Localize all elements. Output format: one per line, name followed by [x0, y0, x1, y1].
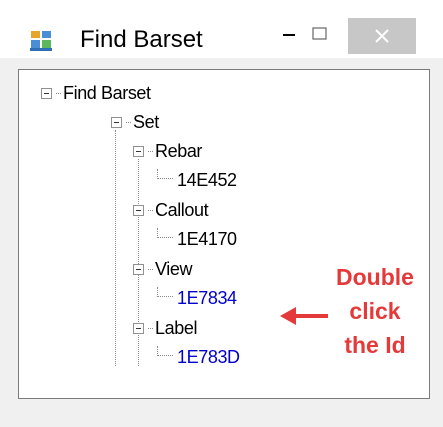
minimize-icon: [283, 34, 295, 36]
maximize-icon: [312, 27, 327, 40]
tree-node-label-id[interactable]: 1E783D: [157, 344, 240, 370]
tree-node-label[interactable]: Label: [133, 315, 197, 341]
collapse-toggle-icon[interactable]: [111, 116, 122, 128]
tree-connector: [126, 121, 131, 123]
collapse-toggle-icon[interactable]: [133, 145, 144, 157]
tree-node-label[interactable]: Set: [133, 112, 159, 133]
tree-node-callout[interactable]: Callout: [133, 197, 209, 223]
tree-node-label[interactable]: Find Barset: [63, 83, 151, 104]
tree-connector: [157, 169, 173, 179]
winforms-app-icon: [30, 29, 52, 51]
annotation-double: Double: [336, 264, 414, 290]
tree-connector: [157, 346, 173, 356]
tree-connector: [148, 209, 153, 211]
barset-id-label[interactable]: 14E452: [177, 170, 237, 191]
tree-node-rebar[interactable]: Rebar: [133, 138, 202, 164]
annotation-click: click: [349, 298, 401, 324]
barset-id-link[interactable]: 1E7834: [177, 288, 237, 309]
tree-node-label[interactable]: Rebar: [155, 141, 202, 162]
close-icon: [375, 29, 389, 43]
barset-id-label[interactable]: 1E4170: [177, 229, 237, 250]
close-button[interactable]: [348, 18, 416, 54]
tree-connector: [157, 228, 173, 238]
collapse-toggle-icon[interactable]: [133, 204, 144, 216]
title-bar[interactable]: Find Barset: [0, 0, 443, 58]
barset-id-link[interactable]: 1E783D: [177, 347, 240, 368]
tree-node-rebar-id[interactable]: 14E452: [157, 167, 237, 193]
tree-node-label[interactable]: Callout: [155, 200, 209, 221]
tree-connector: [56, 92, 61, 94]
window-title: Find Barset: [80, 26, 203, 53]
maximize-button[interactable]: [309, 25, 331, 45]
tree-connector: [148, 268, 153, 270]
tree-node-label[interactable]: View: [155, 259, 192, 280]
find-barset-window: Find Barset Find Barset Set Rebar 14E452…: [0, 0, 443, 427]
collapse-toggle-icon[interactable]: [133, 263, 144, 275]
collapse-toggle-icon[interactable]: [41, 87, 52, 99]
collapse-toggle-icon[interactable]: [133, 322, 144, 334]
tree-node-label[interactable]: Label: [155, 318, 197, 339]
tree-connector: [148, 150, 153, 152]
tree-node-view-id[interactable]: 1E7834: [157, 285, 237, 311]
annotation-the-id: the Id: [344, 332, 406, 358]
tree-connector: [157, 287, 173, 297]
tree-node-callout-id[interactable]: 1E4170: [157, 226, 237, 252]
tree-connector-line: [115, 130, 116, 366]
tree-node-set[interactable]: Set: [111, 109, 159, 135]
left-arrow-icon: [280, 307, 328, 325]
tree-node-root[interactable]: Find Barset: [41, 80, 151, 106]
tree-connector: [148, 327, 153, 329]
tree-node-view[interactable]: View: [133, 256, 192, 282]
minimize-button[interactable]: [281, 27, 297, 43]
